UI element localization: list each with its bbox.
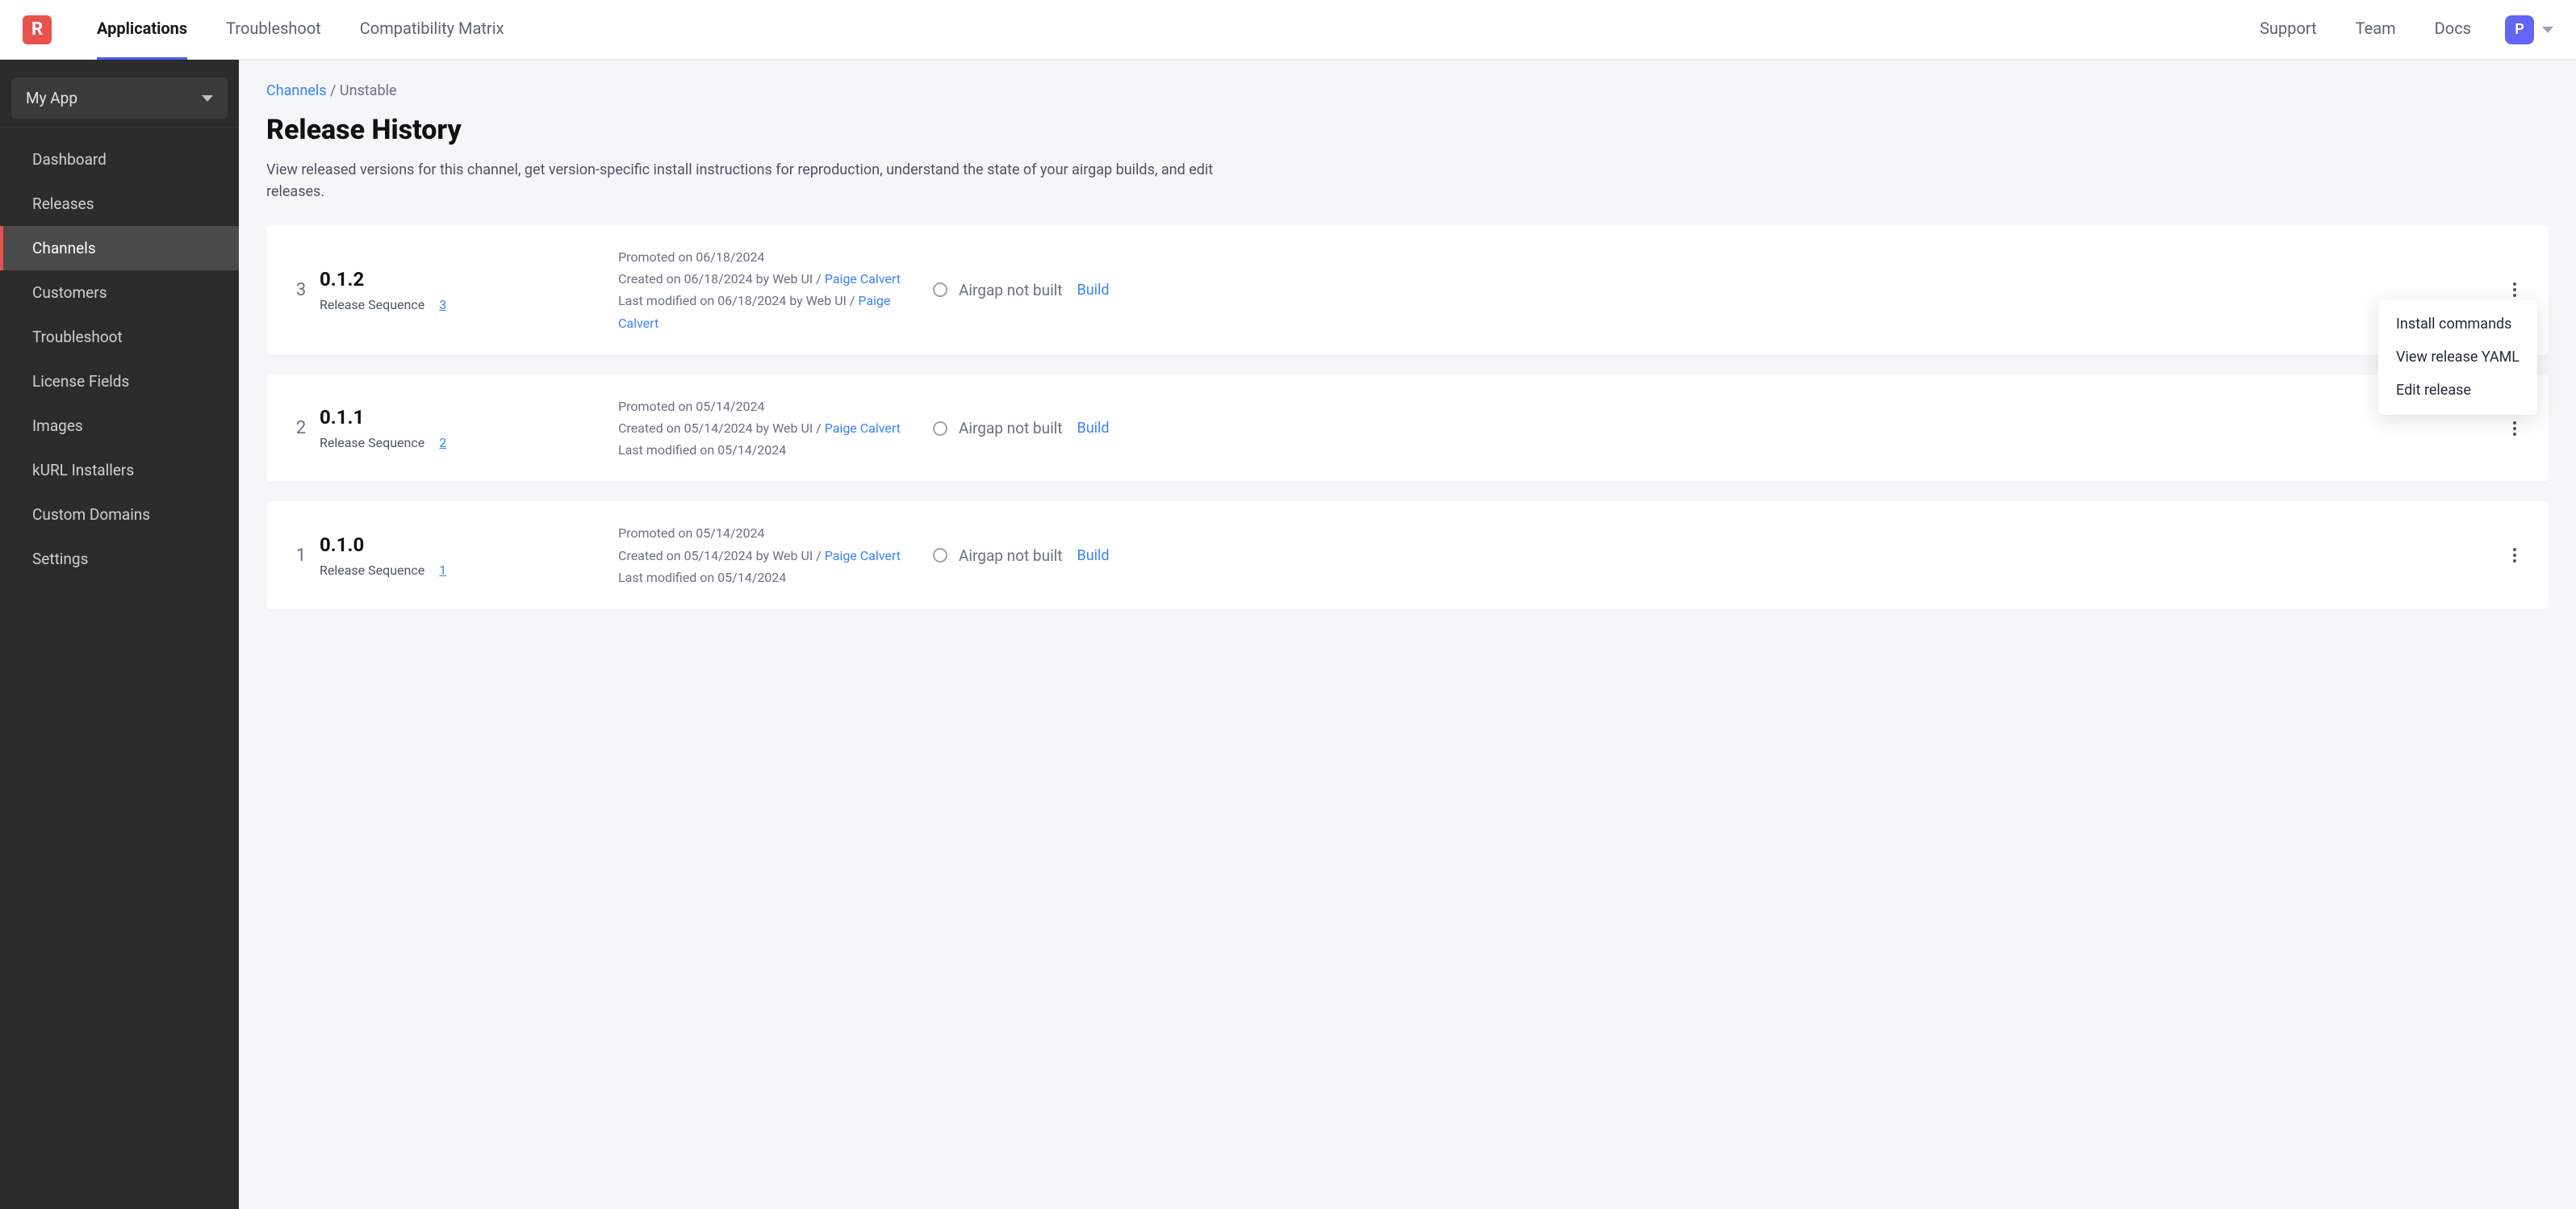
build-link[interactable]: Build: [1077, 282, 1110, 299]
top-nav-link[interactable]: Applications: [97, 0, 187, 60]
top-nav-right: Support Team Docs P: [2260, 0, 2553, 60]
sidebar-item[interactable]: Settings: [0, 537, 239, 581]
top-nav-left: R Applications Troubleshoot Compatibility …: [23, 0, 504, 60]
chevron-down-icon: [202, 95, 213, 102]
context-menu-item[interactable]: Install commands: [2378, 307, 2537, 341]
page-subhead: View released versions for this channel,…: [266, 159, 1219, 203]
breadcrumb-sep: /: [330, 82, 340, 99]
release-sequence-link[interactable]: 3: [439, 297, 446, 312]
release-sequence-display: 2: [282, 418, 320, 438]
release-modified: Last modified on 05/14/2024: [618, 439, 909, 461]
release-list: 30.1.2Release Sequence3Promoted on 06/18…: [266, 225, 2549, 609]
sidebar-item[interactable]: Releases: [0, 182, 239, 226]
sidebar-divider: [0, 127, 239, 128]
sidebar-item[interactable]: Channels: [0, 226, 239, 270]
sidebar-item[interactable]: Custom Domains: [0, 492, 239, 537]
build-link[interactable]: Build: [1077, 547, 1110, 564]
release-meta: Promoted on 05/14/2024Created on 05/14/2…: [618, 522, 909, 588]
avatar: P: [2505, 15, 2534, 44]
airgap-status: Airgap not built Build: [933, 546, 1110, 565]
circle-icon: [933, 548, 947, 563]
release-sequence-link[interactable]: 2: [439, 435, 446, 450]
airgap-status-text: Airgap not built: [959, 546, 1063, 565]
context-menu: Install commandsView release YAMLEdit re…: [2378, 299, 2537, 415]
content: Channels / Unstable Release History View…: [239, 60, 2576, 1209]
airgap-status-text: Airgap not built: [959, 419, 1063, 437]
user-link[interactable]: Paige Calvert: [825, 420, 901, 436]
build-link[interactable]: Build: [1077, 420, 1110, 437]
release-version: 0.1.0: [320, 533, 618, 556]
breadcrumb: Channels / Unstable: [266, 82, 2549, 99]
release-main: 0.1.0 Release Sequence1: [320, 533, 618, 578]
airgap-status: Airgap not built Build: [933, 419, 1110, 437]
top-nav-link[interactable]: Troubleshoot: [226, 0, 321, 60]
sidebar-items: DashboardReleasesChannelsCustomersTroubl…: [0, 137, 239, 581]
airgap-status: Airgap not built Build: [933, 281, 1110, 299]
release-sequence-label: Release Sequence1: [320, 563, 618, 578]
more-actions-button[interactable]: [2503, 417, 2526, 440]
circle-icon: [933, 421, 947, 436]
top-nav-link[interactable]: Team: [2356, 0, 2396, 60]
user-link[interactable]: Paige Calvert: [825, 271, 901, 287]
user-link[interactable]: Paige Calvert: [825, 548, 901, 563]
release-card: 30.1.2Release Sequence3Promoted on 06/18…: [266, 225, 2549, 355]
chevron-down-icon: [2542, 27, 2553, 33]
more-actions-button[interactable]: [2503, 544, 2526, 567]
sidebar: My App DashboardReleasesChannelsCustomer…: [0, 60, 239, 1209]
sidebar-item[interactable]: License Fields: [0, 359, 239, 404]
sidebar-item[interactable]: Images: [0, 404, 239, 448]
circle-icon: [933, 282, 947, 297]
logo[interactable]: R: [23, 15, 52, 44]
release-meta: Promoted on 06/18/2024Created on 06/18/2…: [618, 246, 909, 334]
sidebar-item[interactable]: Troubleshoot: [0, 315, 239, 359]
app-switcher[interactable]: My App: [11, 77, 228, 119]
release-sequence-display: 1: [282, 546, 320, 566]
breadcrumb-current: Unstable: [340, 82, 397, 99]
context-menu-item[interactable]: View release YAML: [2378, 341, 2537, 374]
context-menu-item[interactable]: Edit release: [2378, 374, 2537, 407]
release-sequence-label: Release Sequence2: [320, 435, 618, 450]
release-created: Created on 06/18/2024 by Web UI / Paige …: [618, 268, 909, 290]
release-version: 0.1.1: [320, 406, 618, 429]
release-promoted: Promoted on 05/14/2024: [618, 395, 909, 417]
release-modified: Last modified on 05/14/2024: [618, 567, 909, 588]
release-promoted: Promoted on 06/18/2024: [618, 246, 909, 268]
release-modified: Last modified on 06/18/2024 by Web UI / …: [618, 290, 909, 333]
release-sequence-link[interactable]: 1: [439, 563, 446, 578]
release-card: 10.1.0Release Sequence1Promoted on 05/14…: [266, 501, 2549, 609]
release-meta: Promoted on 05/14/2024Created on 05/14/2…: [618, 395, 909, 462]
user-menu[interactable]: P: [2505, 15, 2553, 44]
release-sequence-display: 3: [282, 280, 320, 300]
release-sequence-label: Release Sequence3: [320, 297, 618, 312]
app-switcher-label: My App: [26, 89, 77, 107]
breadcrumb-root[interactable]: Channels: [266, 82, 327, 99]
release-main: 0.1.1 Release Sequence2: [320, 406, 618, 450]
top-nav-link[interactable]: Support: [2260, 0, 2317, 60]
main-layout: My App DashboardReleasesChannelsCustomer…: [0, 60, 2576, 1209]
sidebar-item[interactable]: kURL Installers: [0, 448, 239, 492]
top-nav-links-right: Support Team Docs: [2260, 0, 2471, 60]
release-main: 0.1.2 Release Sequence3: [320, 268, 618, 312]
sidebar-item[interactable]: Customers: [0, 270, 239, 315]
release-created: Created on 05/14/2024 by Web UI / Paige …: [618, 417, 909, 439]
airgap-status-text: Airgap not built: [959, 281, 1063, 299]
top-nav: R Applications Troubleshoot Compatibility …: [0, 0, 2576, 60]
more-actions-button[interactable]: [2503, 278, 2526, 301]
top-nav-link[interactable]: Compatibility Matrix: [360, 0, 504, 60]
release-promoted: Promoted on 05/14/2024: [618, 522, 909, 544]
page-title: Release History: [266, 114, 2549, 146]
top-nav-link[interactable]: Docs: [2435, 0, 2471, 60]
release-card: 20.1.1Release Sequence2Promoted on 05/14…: [266, 374, 2549, 483]
sidebar-item[interactable]: Dashboard: [0, 137, 239, 182]
release-version: 0.1.2: [320, 268, 618, 291]
top-nav-links-left: Applications Troubleshoot Compatibility Ma…: [97, 0, 504, 60]
release-created: Created on 05/14/2024 by Web UI / Paige …: [618, 545, 909, 567]
